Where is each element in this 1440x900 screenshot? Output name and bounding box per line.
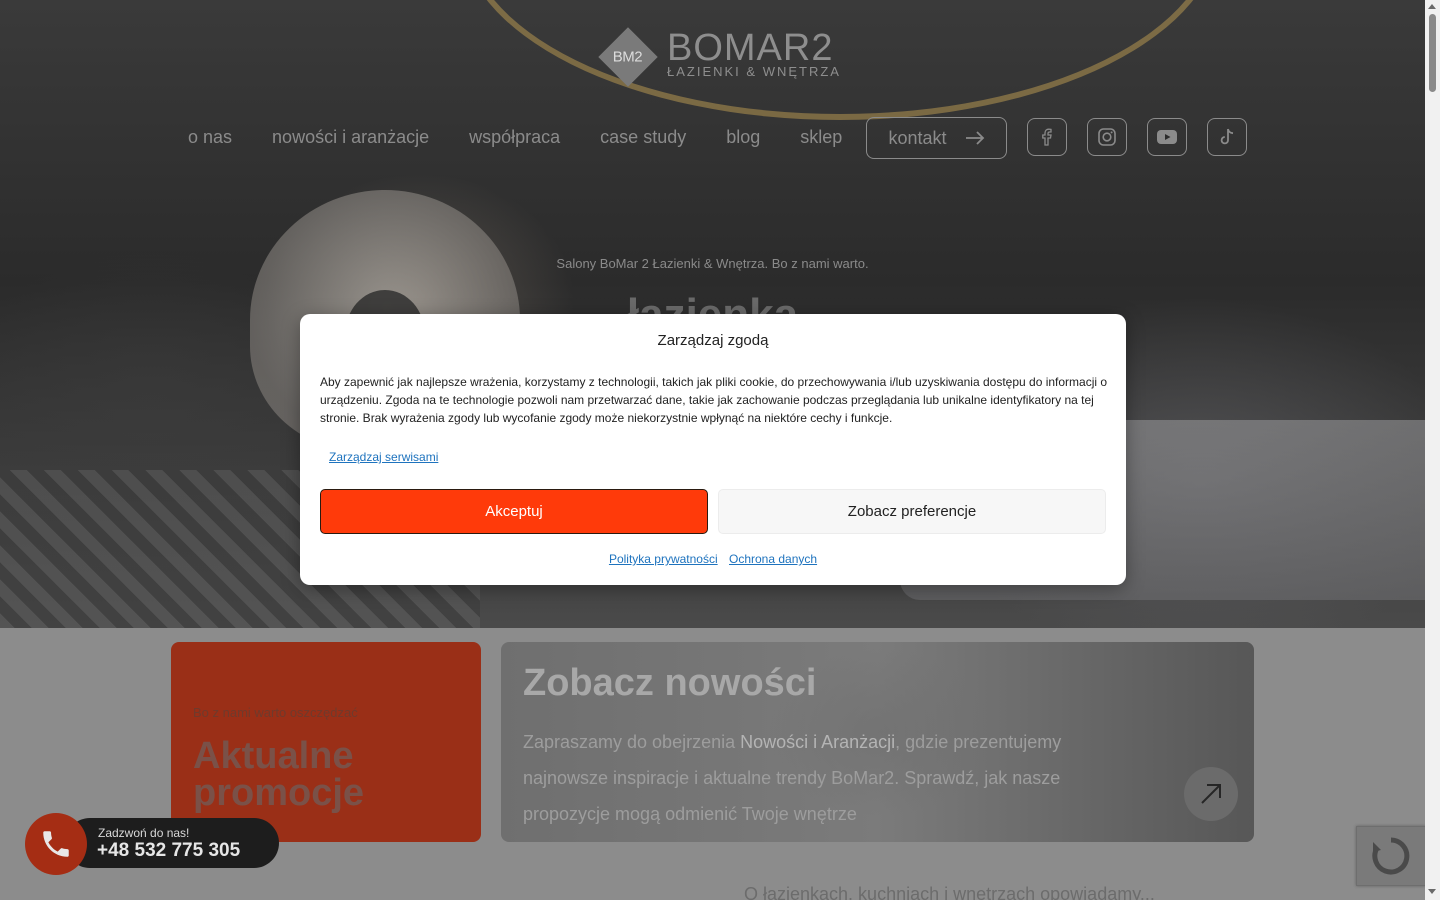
modal-body-text: Aby zapewnić jak najlepsze wrażenia, kor…	[320, 375, 1108, 425]
page-scrollbar[interactable]	[1425, 0, 1440, 900]
view-preferences-button[interactable]: Zobacz preferencje	[718, 489, 1106, 534]
manage-services-link[interactable]: Zarządzaj serwisami	[329, 450, 438, 464]
privacy-policy-link[interactable]: Polityka prywatności	[609, 552, 718, 566]
modal-title: Zarządzaj zgodą	[657, 332, 769, 349]
data-protection-link[interactable]: Ochrona danych	[729, 552, 817, 566]
scroll-down-arrow-icon[interactable]	[1428, 889, 1436, 894]
cookie-consent-modal: Zarządzaj zgodą Aby zapewnić jak najleps…	[300, 314, 1126, 585]
scrollbar-thumb[interactable]	[1429, 14, 1436, 92]
modal-footer-links: Polityka prywatności Ochrona danych	[300, 552, 1126, 566]
accept-button[interactable]: Akceptuj	[320, 489, 708, 534]
scroll-up-arrow-icon[interactable]	[1428, 4, 1436, 9]
